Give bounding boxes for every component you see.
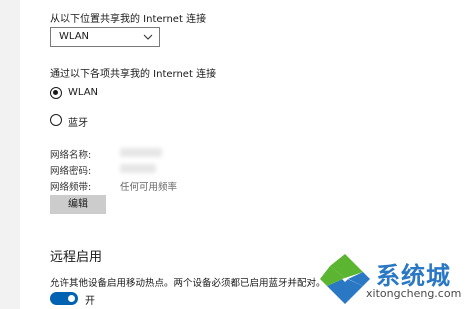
network-name-label: 网络名称: xyxy=(50,150,92,161)
radio-bluetooth-label: 蓝牙 xyxy=(68,118,88,129)
watermark-name: 系统城 xyxy=(376,262,451,290)
chevron-down-icon xyxy=(143,34,153,40)
remote-enable-description: 允许其他设备启用移动热点。两个设备必须都已启用蓝牙并配对。 xyxy=(50,278,326,289)
toggle-knob xyxy=(68,295,75,302)
radio-wlan-label: WLAN xyxy=(68,87,99,98)
network-password-value-obscured xyxy=(120,164,156,173)
edit-button[interactable]: 编辑 xyxy=(50,195,106,214)
radio-wlan[interactable] xyxy=(50,87,62,99)
network-name-value-obscured xyxy=(120,148,162,157)
network-password-label: 网络密码: xyxy=(50,166,92,177)
network-band-label: 网络频带: xyxy=(50,182,92,193)
share-from-selected-value: WLAN xyxy=(59,31,90,42)
network-band-value: 任何可用频率 xyxy=(120,182,178,193)
watermark-logo-icon xyxy=(320,254,370,304)
share-over-label: 通过以下各项共享我的 Internet 连接 xyxy=(50,69,217,80)
radio-selected-dot xyxy=(53,90,59,96)
share-from-dropdown[interactable]: WLAN xyxy=(50,27,160,47)
watermark-url: xitongcheng.com xyxy=(366,287,462,300)
radio-bluetooth[interactable] xyxy=(50,114,62,126)
share-from-label: 从以下位置共享我的 Internet 连接 xyxy=(50,14,207,25)
remote-enable-toggle[interactable] xyxy=(50,292,78,305)
remote-enable-heading: 远程启用 xyxy=(50,250,103,265)
toggle-state-label: 开 xyxy=(85,296,95,307)
left-pane-edge xyxy=(0,0,20,309)
